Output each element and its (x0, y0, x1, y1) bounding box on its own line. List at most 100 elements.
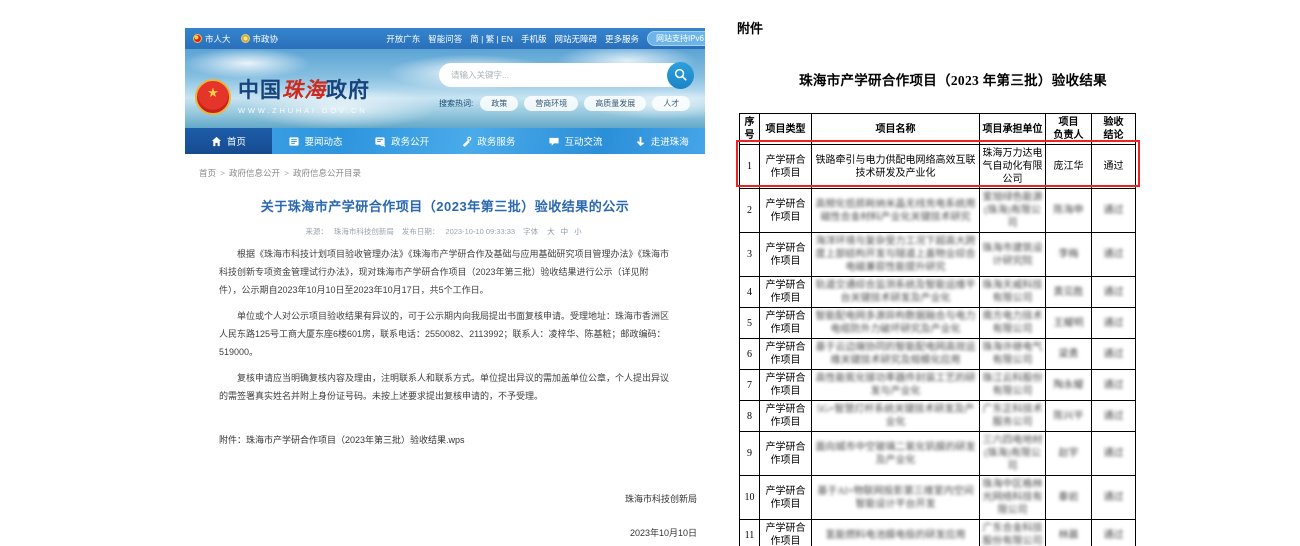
top-bar-link-cppcc-emblem[interactable]: 市政协 (241, 33, 279, 45)
hot-word-pill[interactable]: 高质量发展 (584, 96, 646, 111)
table-row: 2产学研合作项目高频化低损耗纳米晶无线充电系统用磁性合金材料产业化关键技术研究爱… (740, 189, 1136, 233)
cell-type: 产学研合作项目 (760, 476, 812, 520)
table-header-row: 序 号项目类型项目名称项目承担单位项目 负责人验收 结论 (740, 114, 1136, 145)
cell-person: 赵宇 (1046, 432, 1092, 476)
top-bar-left-links: 市人大 市政协 (193, 33, 278, 45)
search-input[interactable] (439, 63, 691, 87)
publish-date-label: 发布日期： (402, 227, 440, 236)
cell-result: 通过 (1092, 520, 1136, 546)
cell-type: 产学研合作项目 (760, 432, 812, 476)
font-size-control[interactable]: 中 (561, 227, 569, 236)
cell-unit: 珠海市建筑设计研究院 (980, 233, 1046, 277)
article-paragraph: 根据《珠海市科技计划项目验收管理办法》《珠海市产学研合作及基础与应用基础研究项目… (219, 245, 671, 299)
nav-item-news[interactable]: 要闻动态 (272, 128, 359, 154)
attachment-file-link[interactable]: 珠海市产学研合作项目（2023年第三批）验收结果.wps (246, 435, 465, 445)
table-row: 6产学研合作项目基于云边端协同的智能配电网高效运维关键技术研究及规模化应用珠海许… (740, 339, 1136, 370)
cell-result: 通过 (1092, 401, 1136, 432)
nav-item-explore[interactable]: 走进珠海 (618, 128, 705, 154)
article-paragraph: 单位或个人对公示项目验收结果有异议的，可于公示期内向我局提出书面复核申请。受理地… (219, 307, 671, 361)
top-bar-link-npc-emblem[interactable]: 市人大 (193, 33, 231, 45)
hot-word-pill[interactable]: 政策 (480, 96, 518, 111)
hot-word-pill[interactable]: 人才 (652, 96, 690, 111)
top-bar-link[interactable]: 简 | 繁 | EN (470, 33, 513, 45)
breadcrumb-item[interactable]: 政府信息公开 (229, 168, 280, 178)
article-meta: 来源：珠海市科技创新局 发布日期：2023-10-10 09:33:33 字体大… (219, 226, 671, 237)
cell-no: 2 (740, 189, 760, 233)
hot-word-pill[interactable]: 营商环境 (524, 96, 578, 111)
cell-type: 产学研合作项目 (760, 370, 812, 401)
font-size-label: 字体 (523, 227, 538, 236)
site-banner: 中国珠海政府 WWW.ZHUHAI.GOV.CN 搜索热词: 政策营商环境高质量… (185, 49, 705, 128)
attachment-line: 附件：珠海市产学研合作项目（2023年第三批）验收结果.wps (219, 433, 671, 446)
cell-no: 7 (740, 370, 760, 401)
disclosure-icon (374, 136, 386, 147)
top-bar-link[interactable]: 网站无障碍 (554, 33, 597, 45)
cell-unit: 爱旭绿色能源(珠海)有限公司 (980, 189, 1046, 233)
ipv6-badge[interactable]: 网站支持IPv6 (647, 31, 705, 46)
source-label: 来源： (305, 227, 328, 236)
npc-emblem-icon (193, 34, 202, 43)
nav-item-interaction[interactable]: 互动交流 (532, 128, 619, 154)
attachment-document: 附件 珠海市产学研合作项目（2023 年第三批）验收结果 序 号项目类型项目名称… (737, 18, 1169, 546)
site-logo[interactable]: 中国珠海政府 WWW.ZHUHAI.GOV.CN (195, 65, 370, 128)
cell-name: 轨道交通综合监测系统及智能运维平台关键技术研发及产业化 (812, 277, 980, 308)
nav-item-home[interactable]: 首页 (185, 128, 272, 154)
cell-no: 9 (740, 432, 760, 476)
signature-date: 2023年10月10日 (219, 526, 697, 539)
cell-person: 秦岩 (1046, 476, 1092, 520)
search-button[interactable] (667, 62, 694, 89)
cell-no: 8 (740, 401, 760, 432)
top-bar-link[interactable]: 更多服务 (605, 33, 639, 45)
nav-item-disclosure[interactable]: 政务公开 (358, 128, 445, 154)
hot-words-row: 搜索热词: 政策营商环境高质量发展人才 (439, 96, 691, 111)
top-bar-right-links: 开放广东智能问答简 | 繁 | EN手机版网站无障碍更多服务网站支持IPv6 (386, 31, 699, 46)
hot-words-label: 搜索热词: (439, 98, 473, 109)
breadcrumb-item: 政府信息公开目录 (293, 168, 361, 178)
cell-person: 陈海申 (1046, 189, 1092, 233)
font-size-control[interactable]: 小 (574, 227, 582, 236)
cell-person: 林晨 (1046, 520, 1092, 546)
cell-unit: 珠海万力达电气自动化有限公司 (980, 145, 1046, 189)
cell-no: 1 (740, 145, 760, 189)
cell-result: 通过 (1092, 189, 1136, 233)
cell-type: 产学研合作项目 (760, 189, 812, 233)
top-bar-link-label: 市政协 (253, 33, 279, 45)
cell-unit: 珠海许继电气有限公司 (980, 339, 1046, 370)
cell-unit: 珠海天威科技有限公司 (980, 277, 1046, 308)
cell-result: 通过 (1092, 233, 1136, 277)
doc-attachment-label: 附件 (737, 18, 1169, 37)
top-bar-link[interactable]: 开放广东 (386, 33, 420, 45)
top-bar-link-label: 市人大 (205, 33, 231, 45)
nav-item-services[interactable]: 政务服务 (445, 128, 532, 154)
cell-person: 李梅 (1046, 233, 1092, 277)
nav-item-label: 互动交流 (565, 134, 603, 148)
article-title: 关于珠海市产学研合作项目（2023年第三批）验收结果的公示 (219, 196, 671, 215)
cell-name: 氢能燃料电池膜电极的研发应用 (812, 520, 980, 546)
cell-unit: 广东合金科技股份有限公司 (980, 520, 1046, 546)
article-paragraph: 复核申请应当明确复核内容及理由，注明联系人和联系方式。单位提出异议的需加盖单位公… (219, 369, 671, 405)
nav-item-label: 走进珠海 (651, 134, 689, 148)
top-bar-link[interactable]: 手机版 (521, 33, 547, 45)
table-header-cell: 项目 负责人 (1046, 114, 1092, 145)
results-table: 序 号项目类型项目名称项目承担单位项目 负责人验收 结论 1产学研合作项目铁路牵… (739, 113, 1136, 546)
breadcrumb-item[interactable]: 首页 (199, 168, 216, 178)
cell-unit: 广东正科技术服务公司 (980, 401, 1046, 432)
cell-result: 通过 (1092, 145, 1136, 189)
cell-type: 产学研合作项目 (760, 277, 812, 308)
cell-type: 产学研合作项目 (760, 308, 812, 339)
table-header-cell: 项目类型 (760, 114, 812, 145)
cell-person: 陈兴平 (1046, 401, 1092, 432)
article-body: 根据《珠海市科技计划项目验收管理办法》《珠海市产学研合作及基础与应用基础研究项目… (219, 245, 671, 405)
cell-name: 海洋环境与复杂受力工况下超高大跨度上部结构开发与隧道上盖物业综合电磁兼容性能提升… (812, 233, 980, 277)
utility-top-bar: 市人大 市政协 开放广东智能问答简 | 繁 | EN 手机版网站无障碍更多服务网站支… (185, 28, 705, 49)
cell-name: 铁路牵引与电力供配电网络高效互联技术研发及产业化 (812, 145, 980, 189)
cell-result: 通过 (1092, 277, 1136, 308)
table-row: 7产学研合作项目高性能氮化镓功率器件封装工艺的研发与产业化珠江云科股份有限公司陶… (740, 370, 1136, 401)
news-icon (288, 136, 300, 147)
top-bar-link[interactable]: 智能问答 (428, 33, 462, 45)
cell-type: 产学研合作项目 (760, 339, 812, 370)
cell-unit: 三六四电地材(珠海)有限公司 (980, 432, 1046, 476)
font-size-control[interactable]: 大 (547, 227, 555, 236)
site-url: WWW.ZHUHAI.GOV.CN (238, 106, 370, 115)
table-row: 10产学研合作项目基于AI+物联网投影第三维室内空间智能设计平台开发珠海中区格林… (740, 476, 1136, 520)
